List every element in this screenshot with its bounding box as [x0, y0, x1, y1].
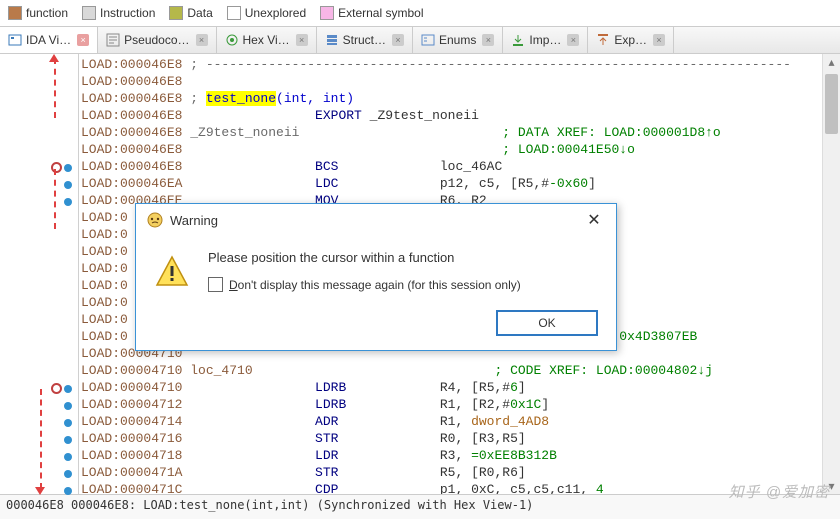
code-line[interactable]: LOAD:00004716 STR R0, [R3,R5] [81, 430, 822, 447]
code-line[interactable]: LOAD:000046E8 ; LOAD:00041E50↓o [81, 141, 822, 158]
code-line[interactable]: LOAD:00004712 LDRB R1, [R2,#0x1C] [81, 396, 822, 413]
close-icon[interactable]: × [77, 34, 89, 46]
arrow-head-icon [49, 54, 59, 62]
imports-icon [511, 33, 525, 47]
jump-arrow [40, 389, 42, 489]
dont-show-again-row[interactable]: Don't display this message again (for th… [208, 277, 598, 292]
flow-dot-icon [64, 453, 72, 461]
warning-triangle-icon [154, 254, 190, 290]
code-line[interactable]: LOAD:000046E8 BCS loc_46AC [81, 158, 822, 175]
flow-dot-icon [64, 419, 72, 427]
flow-dot-icon [64, 487, 72, 495]
flow-dot-icon [64, 470, 72, 478]
swatch [169, 6, 183, 20]
flow-dot-icon [64, 385, 72, 393]
tab-imports[interactable]: Imp… × [503, 27, 588, 53]
breakpoint-icon[interactable] [51, 383, 62, 394]
legend-item: Unexplored [227, 6, 306, 20]
tab-ida-view[interactable]: IDA Vi… × [0, 27, 98, 53]
code-line[interactable]: LOAD:000046E8 [81, 73, 822, 90]
legend-item: function [8, 6, 68, 20]
legend-label: Unexplored [245, 6, 306, 20]
legend-item: Data [169, 6, 212, 20]
code-line[interactable]: LOAD:000046E8 ; ------------------------… [81, 56, 822, 73]
legend-label: Instruction [100, 6, 155, 20]
jump-arrow [54, 169, 56, 229]
swatch [227, 6, 241, 20]
code-line[interactable]: LOAD:000046E8 _Z9test_noneii ; DATA XREF… [81, 124, 822, 141]
tab-label: Exp… [614, 33, 647, 47]
legend-item: External symbol [320, 6, 423, 20]
checkbox-label: on't display this message again (for thi… [238, 278, 521, 292]
close-icon[interactable]: × [196, 34, 208, 46]
tab-enums[interactable]: Enums × [413, 27, 503, 53]
code-line[interactable]: LOAD:00004710 loc_4710 ; CODE XREF: LOAD… [81, 362, 822, 379]
gutter[interactable] [0, 54, 79, 494]
breakpoint-icon[interactable] [51, 162, 62, 173]
tab-bar: IDA Vi… × Pseudoco… × Hex Vi… × Struct… … [0, 26, 840, 54]
legend-label: function [26, 6, 68, 20]
warning-dialog: Warning ✕ Please position the cursor wit… [135, 203, 617, 351]
scrollbar-thumb[interactable] [825, 74, 838, 134]
vertical-scrollbar[interactable]: ▴ ▾ [822, 54, 840, 494]
tab-label: IDA Vi… [26, 33, 71, 47]
code-line[interactable]: LOAD:000046E8 EXPORT _Z9test_noneii [81, 107, 822, 124]
pseudocode-icon [106, 33, 120, 47]
code-line[interactable]: LOAD:000046E8 ; test_none(int, int) [81, 90, 822, 107]
code-line[interactable]: LOAD:000046EA LDC p12, c5, [R5,#-0x60] [81, 175, 822, 192]
legend-label: Data [187, 6, 212, 20]
hex-view-icon [225, 33, 239, 47]
enums-icon [421, 33, 435, 47]
tab-hex-view[interactable]: Hex Vi… × [217, 27, 317, 53]
flow-dot-icon [64, 402, 72, 410]
arrow-head-icon [35, 487, 45, 495]
swatch [320, 6, 334, 20]
flow-dot-icon [64, 198, 72, 206]
watermark: 知乎 @爱加密 [729, 481, 830, 502]
tab-label: Enums [439, 33, 476, 47]
checkbox[interactable] [208, 277, 223, 292]
dialog-title: Warning [170, 213, 218, 228]
tab-label: Imp… [529, 33, 561, 47]
exports-icon [596, 33, 610, 47]
dialog-titlebar[interactable]: Warning ✕ [136, 204, 616, 236]
close-icon[interactable]: × [296, 34, 308, 46]
legend-bar: function Instruction Data Unexplored Ext… [0, 0, 840, 26]
close-icon[interactable]: × [653, 34, 665, 46]
scroll-up-icon[interactable]: ▴ [823, 54, 840, 70]
ok-button[interactable]: OK [496, 310, 598, 336]
legend-label: External symbol [338, 6, 423, 20]
tab-label: Hex Vi… [243, 33, 290, 47]
warning-title-icon [146, 211, 164, 229]
tab-pseudocode[interactable]: Pseudoco… × [98, 27, 216, 53]
dialog-close-button[interactable]: ✕ [582, 210, 606, 230]
code-line[interactable]: LOAD:00004718 LDR R3, =0xEE8B312B [81, 447, 822, 464]
flow-dot-icon [64, 181, 72, 189]
tab-exports[interactable]: Exp… × [588, 27, 674, 53]
tab-label: Struct… [343, 33, 386, 47]
code-line[interactable]: LOAD:0000471C CDP p1, 0xC, c5,c5,c11, 4 [81, 481, 822, 494]
status-bar: 000046E8 000046E8: LOAD:test_none(int,in… [0, 494, 840, 519]
flow-dot-icon [64, 436, 72, 444]
jump-arrow [54, 58, 56, 118]
flow-dot-icon [64, 164, 72, 172]
tab-structures[interactable]: Struct… × [317, 27, 413, 53]
structures-icon [325, 33, 339, 47]
swatch [82, 6, 96, 20]
code-line[interactable]: LOAD:00004710 LDRB R4, [R5,#6] [81, 379, 822, 396]
close-icon[interactable]: × [482, 34, 494, 46]
ida-view-icon [8, 33, 22, 47]
status-text: 000046E8 000046E8: LOAD:test_none(int,in… [6, 498, 533, 512]
close-icon[interactable]: × [392, 34, 404, 46]
dialog-message: Please position the cursor within a func… [208, 250, 598, 265]
tab-label: Pseudoco… [124, 33, 189, 47]
ok-label: OK [538, 316, 555, 330]
swatch [8, 6, 22, 20]
code-line[interactable]: LOAD:00004714 ADR R1, dword_4AD8 [81, 413, 822, 430]
code-line[interactable]: LOAD:0000471A STR R5, [R0,R6] [81, 464, 822, 481]
watermark-text: 知乎 @爱加密 [729, 484, 830, 501]
close-icon[interactable]: × [567, 34, 579, 46]
legend-item: Instruction [82, 6, 155, 20]
